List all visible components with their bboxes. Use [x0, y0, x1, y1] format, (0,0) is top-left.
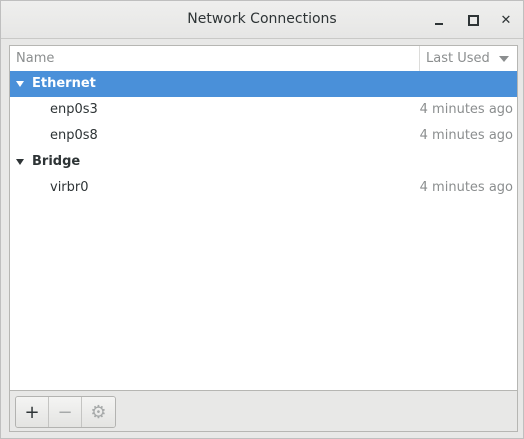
connection-row[interactable]: virbr0 4 minutes ago	[10, 175, 517, 201]
group-row-bridge[interactable]: Bridge	[10, 149, 517, 175]
connection-last-used: 4 minutes ago	[419, 180, 513, 195]
group-label: Bridge	[32, 154, 81, 169]
add-connection-button[interactable]: +	[16, 397, 49, 427]
plus-icon: +	[24, 401, 40, 423]
minimize-icon	[435, 23, 443, 25]
maximize-icon	[467, 14, 479, 26]
connection-last-used: 4 minutes ago	[419, 102, 513, 117]
sort-descending-icon[interactable]	[499, 56, 509, 62]
title-bar[interactable]: Network Connections ✕	[1, 1, 523, 39]
group-label: Ethernet	[32, 76, 96, 91]
close-button[interactable]: ✕	[496, 10, 516, 30]
connections-list[interactable]: Name Last Used Ethernet enp0s3 4 minutes…	[9, 45, 518, 391]
column-header: Name Last Used	[10, 46, 517, 72]
gear-icon: ⚙	[90, 401, 107, 423]
network-connections-window: Network Connections ✕ Name Last Used Eth…	[0, 0, 524, 439]
connection-name: virbr0	[50, 180, 89, 195]
group-row-ethernet[interactable]: Ethernet	[10, 71, 517, 97]
connection-row[interactable]: enp0s3 4 minutes ago	[10, 97, 517, 123]
connection-row[interactable]: enp0s8 4 minutes ago	[10, 123, 517, 149]
connection-name: enp0s8	[50, 128, 98, 143]
bottom-toolbar: + − ⚙	[9, 391, 518, 432]
expander-icon[interactable]	[16, 159, 24, 165]
expander-icon[interactable]	[16, 81, 24, 87]
edit-connection-button[interactable]: ⚙	[82, 397, 115, 427]
remove-connection-button[interactable]: −	[49, 397, 82, 427]
close-icon: ✕	[500, 12, 512, 28]
connection-actions: + − ⚙	[15, 396, 116, 428]
column-divider[interactable]	[419, 46, 420, 71]
minimize-button[interactable]	[429, 10, 449, 30]
connection-last-used: 4 minutes ago	[419, 128, 513, 143]
column-header-name[interactable]: Name	[16, 46, 54, 71]
minus-icon: −	[57, 401, 73, 423]
column-header-last-used[interactable]: Last Used	[426, 46, 490, 71]
maximize-button[interactable]	[463, 10, 483, 30]
connection-name: enp0s3	[50, 102, 98, 117]
